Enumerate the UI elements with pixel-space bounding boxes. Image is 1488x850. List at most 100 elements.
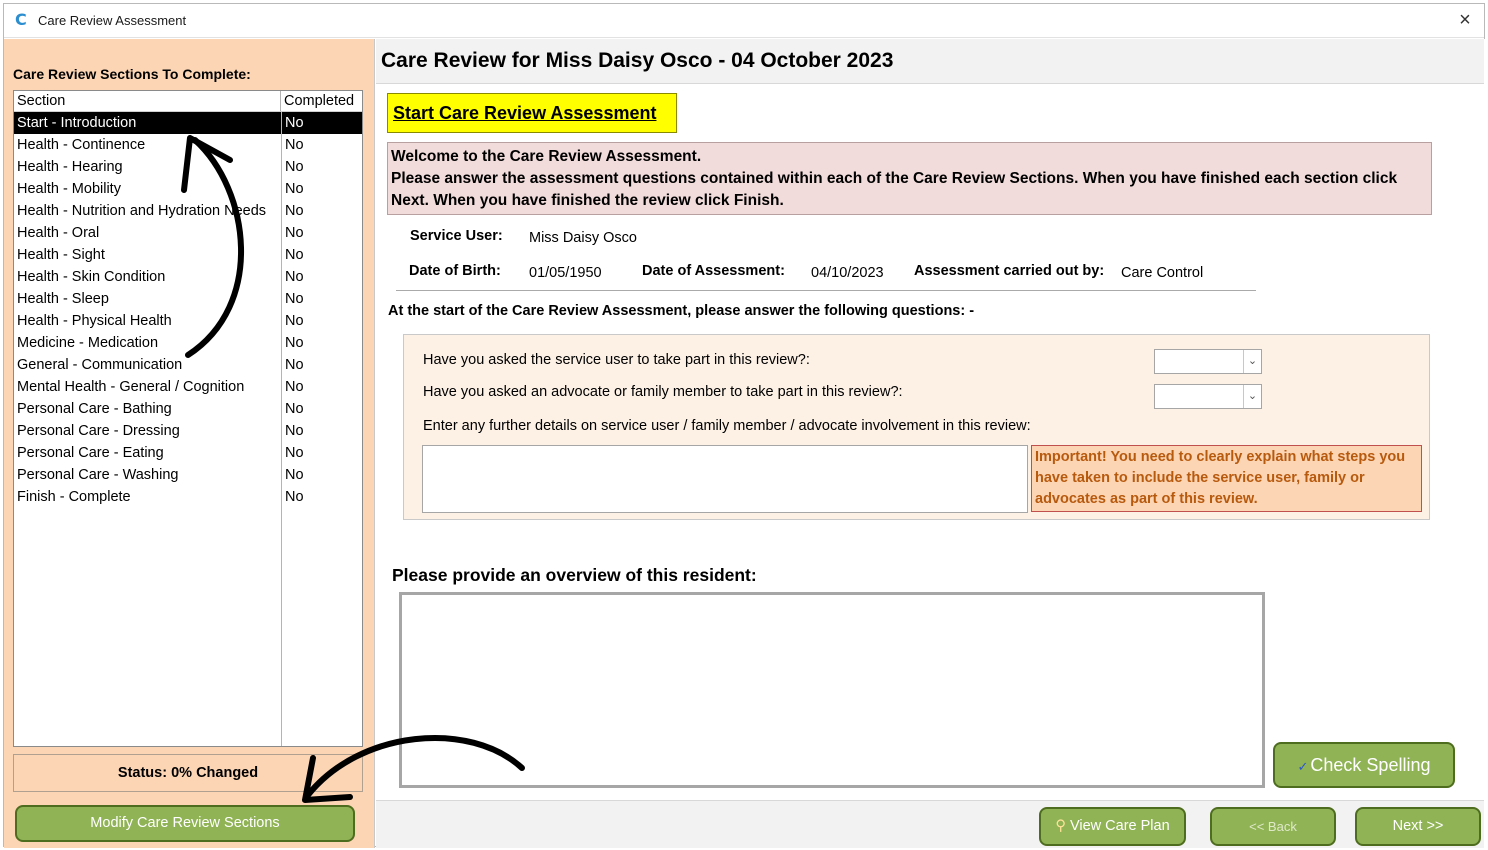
dob-label: Date of Birth: [409, 263, 501, 279]
section-completed: No [285, 489, 304, 505]
check-spelling-button[interactable]: ✓ Check Spelling [1273, 742, 1455, 788]
overview-label: Please provide an overview of this resid… [392, 565, 757, 585]
list-rows: Start - Introduction No Health - Continenc… [14, 112, 362, 508]
chevron-down-icon[interactable]: ⌄ [1243, 350, 1261, 373]
section-completed: No [285, 423, 304, 439]
list-item[interactable]: Personal Care - Dressing No [14, 420, 362, 442]
care-review-window: C Care Review Assessment × Care Review S… [3, 3, 1486, 848]
section-name: Start - Introduction [17, 115, 137, 131]
questions-box: Have you asked the service user to take … [403, 334, 1430, 520]
section-name: Personal Care - Washing [17, 467, 179, 483]
section-completed: No [285, 445, 304, 461]
section-name: Health - Oral [17, 225, 100, 241]
section-completed: No [285, 313, 304, 329]
section-completed: No [285, 225, 304, 241]
list-item[interactable]: Start - Introduction No [14, 112, 362, 134]
spellcheck-icon: ✓ [1297, 759, 1309, 774]
doa-label: Date of Assessment: [642, 263, 785, 279]
section-name: Health - Sleep [17, 291, 109, 307]
involvement-details-field[interactable] [422, 445, 1028, 513]
view-care-plan-button[interactable]: ⚲ View Care Plan [1039, 807, 1186, 846]
section-completed: No [285, 291, 304, 307]
section-name: Health - Physical Health [17, 313, 172, 329]
important-note: Important! You need to clearly explain w… [1031, 445, 1422, 512]
q3-label: Enter any further details on service use… [423, 418, 1031, 434]
section-completed: No [285, 115, 304, 131]
section-completed: No [285, 401, 304, 417]
section-completed: No [285, 335, 304, 351]
sections-sidebar: Care Review Sections To Complete: Sectio… [4, 39, 375, 848]
dob-value: 01/05/1950 [529, 265, 602, 281]
section-completed: No [285, 181, 304, 197]
sections-heading: Care Review Sections To Complete: [13, 66, 251, 82]
service-user-label: Service User: [410, 228, 503, 244]
section-completed: No [285, 247, 304, 263]
section-completed: No [285, 269, 304, 285]
check-spelling-label: Check Spelling [1310, 755, 1431, 775]
close-icon[interactable]: × [1454, 8, 1476, 32]
section-completed: No [285, 379, 304, 395]
carried-out-label: Assessment carried out by: [914, 263, 1105, 279]
list-item[interactable]: Health - Physical Health No [14, 310, 362, 332]
list-item[interactable]: Personal Care - Eating No [14, 442, 362, 464]
start-heading: Start Care Review Assessment [387, 93, 677, 133]
list-item[interactable]: Personal Care - Washing No [14, 464, 362, 486]
title-bar: C Care Review Assessment × [4, 4, 1484, 38]
carried-out-value: Care Control [1121, 265, 1204, 281]
q1-label: Have you asked the service user to take … [423, 352, 810, 368]
page-title: Care Review for Miss Daisy Osco - 04 Oct… [381, 49, 894, 72]
list-item[interactable]: Health - Oral No [14, 222, 362, 244]
review-panel: Care Review for Miss Daisy Osco - 04 Oct… [376, 39, 1486, 848]
welcome-box: Welcome to the Care Review Assessment. P… [387, 142, 1432, 215]
section-name: Health - Skin Condition [17, 269, 166, 285]
welcome-line-1: Welcome to the Care Review Assessment. [391, 148, 702, 165]
list-item[interactable]: Health - Continence No [14, 134, 362, 156]
modify-sections-button[interactable]: Modify Care Review Sections [15, 805, 355, 842]
list-item[interactable]: Health - Sleep No [14, 288, 362, 310]
section-completed: No [285, 467, 304, 483]
back-button[interactable]: << Back [1210, 807, 1336, 846]
divider [396, 290, 1256, 291]
next-button[interactable]: Next >> [1355, 807, 1481, 846]
section-completed: No [285, 203, 304, 219]
section-name: Health - Mobility [17, 181, 121, 197]
list-item[interactable]: General - Communication No [14, 354, 362, 376]
window-title: Care Review Assessment [38, 13, 187, 28]
section-name: General - Communication [17, 357, 183, 373]
section-completed: No [285, 357, 304, 373]
service-user-value: Miss Daisy Osco [529, 230, 637, 246]
list-item[interactable]: Personal Care - Bathing No [14, 398, 362, 420]
list-item[interactable]: Health - Hearing No [14, 156, 362, 178]
section-name: Mental Health - General / Cognition [17, 379, 245, 395]
chevron-down-icon[interactable]: ⌄ [1243, 385, 1261, 408]
q2-label: Have you asked an advocate or family mem… [423, 384, 903, 400]
list-item[interactable]: Medicine - Medication No [14, 332, 362, 354]
doa-value: 04/10/2023 [811, 265, 884, 281]
app-logo-icon: C [15, 10, 27, 29]
section-completed: No [285, 137, 304, 153]
column-header-section[interactable]: Section [14, 91, 281, 111]
list-item[interactable]: Mental Health - General / Cognition No [14, 376, 362, 398]
list-item[interactable]: Health - Sight No [14, 244, 362, 266]
list-header: Section Completed [14, 91, 362, 112]
overview-textarea[interactable] [399, 592, 1265, 788]
list-item[interactable]: Health - Mobility No [14, 178, 362, 200]
section-name: Medicine - Medication [17, 335, 159, 351]
view-care-plan-label: View Care Plan [1069, 818, 1170, 834]
column-header-completed[interactable]: Completed [281, 91, 362, 111]
list-item[interactable]: Health - Nutrition and Hydration Needs No [14, 200, 362, 222]
sections-list[interactable]: Section Completed Start - Introduction No… [13, 90, 363, 747]
list-item[interactable]: Finish - Complete No [14, 486, 362, 508]
questions-intro: At the start of the Care Review Assessme… [388, 303, 975, 319]
welcome-line-2: Please answer the assessment questions c… [391, 170, 1398, 209]
section-name: Personal Care - Dressing [17, 423, 180, 439]
section-name: Health - Continence [17, 137, 146, 153]
section-name: Finish - Complete [17, 489, 131, 505]
section-name: Health - Hearing [17, 159, 123, 175]
q1-dropdown[interactable]: ⌄ [1154, 349, 1262, 374]
q2-dropdown[interactable]: ⌄ [1154, 384, 1262, 409]
section-name: Health - Sight [17, 247, 105, 263]
section-name: Personal Care - Eating [17, 445, 164, 461]
list-item[interactable]: Health - Skin Condition No [14, 266, 362, 288]
column-divider [281, 112, 282, 746]
